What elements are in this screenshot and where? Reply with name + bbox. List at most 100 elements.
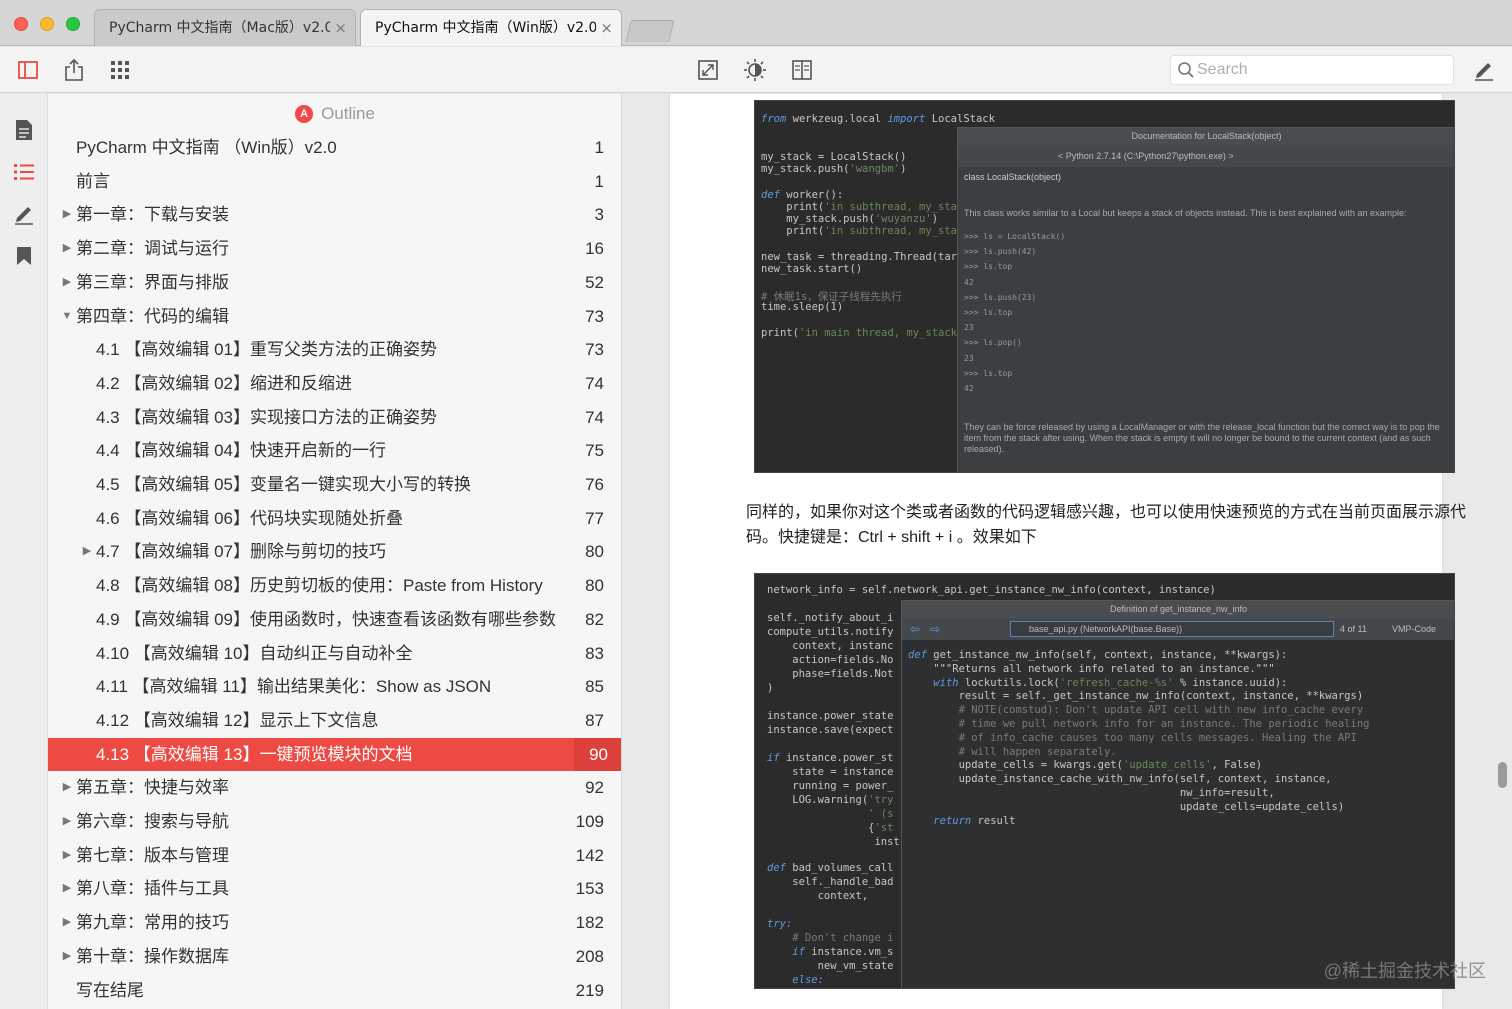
example-line: 23 — [964, 353, 974, 363]
toc-item[interactable]: ▶ 第二章：调试与运行 16 — [48, 232, 621, 265]
code-line: print('in subthread, my_stack — [761, 225, 970, 237]
toc-item-label: 前言 — [76, 171, 110, 191]
toc-item[interactable]: 写在结尾 219 — [48, 974, 621, 1007]
toc-item-page: 142 — [575, 845, 604, 865]
code-line: new_task.start() — [761, 263, 863, 275]
toc-item[interactable]: ▶ 第五章：快捷与效率 92 — [48, 771, 621, 804]
toc-item[interactable]: 4.11 【高效编辑 11】输出结果美化：Show as JSON 85 — [48, 670, 621, 703]
chevron-right-icon[interactable]: ▶ — [60, 771, 74, 804]
example-line: >>> ls = LocalStack() — [964, 232, 1066, 241]
two-page-icon[interactable] — [790, 58, 814, 82]
popup-file-select[interactable]: base_api.py (NetworkAPI(base.Base)) — [1010, 621, 1334, 637]
toc-item[interactable]: 4.5 【高效编辑 05】变量名一键实现大小写的转换 76 — [48, 468, 621, 501]
back-arrow-icon[interactable]: ⇦ — [910, 618, 920, 640]
chevron-right-icon[interactable]: ▶ — [60, 906, 74, 939]
code-line: inst — [767, 836, 900, 848]
brightness-icon[interactable] — [743, 58, 767, 82]
toc-item-page: 87 — [585, 710, 604, 730]
close-icon[interactable]: × — [596, 10, 613, 46]
toc-item[interactable]: 4.4 【高效编辑 04】快速开启新的一行 75 — [48, 434, 621, 467]
code-line: def worker(): — [761, 189, 844, 201]
outline-panel: A Outline PyCharm 中文指南 （Win版）v2.0 1 前言 1 ▶ 第一… — [48, 94, 622, 1009]
toc-item[interactable]: PyCharm 中文指南 （Win版）v2.0 1 — [48, 131, 621, 164]
annotate-pen-icon[interactable] — [1472, 58, 1496, 82]
search-input[interactable] — [1197, 58, 1447, 82]
toc-item[interactable]: ▶ 4.7 【高效编辑 07】删除与剪切的技巧 80 — [48, 535, 621, 568]
zoom-fit-icon[interactable] — [696, 58, 720, 82]
toc-item[interactable]: ▶ 第十章：操作数据库 208 — [48, 940, 621, 973]
close-window-button[interactable] — [14, 17, 28, 31]
chevron-right-icon[interactable]: ▶ — [60, 198, 74, 231]
toc-item[interactable]: 4.1 【高效编辑 01】重写父类方法的正确姿势 73 — [48, 333, 621, 366]
tab-label: PyCharm 中文指南（Mac版）v2.0 — [109, 20, 334, 36]
definition-code-line: update_cells=update_cells) — [908, 800, 1345, 813]
new-tab-button[interactable] — [625, 20, 675, 42]
toc-item[interactable]: 前言 1 — [48, 165, 621, 198]
document-view[interactable]: from werkzeug.local import LocalStack my_… — [622, 94, 1512, 1009]
search-box[interactable] — [1170, 55, 1454, 85]
chevron-right-icon[interactable]: ▶ — [60, 805, 74, 838]
code-line: compute_utils.notify — [767, 626, 894, 638]
toc-item-page: 182 — [575, 913, 604, 933]
toc-item[interactable]: 4.10 【高效编辑 10】自动纠正与自动补全 83 — [48, 637, 621, 670]
toc-item-label: 4.11 【高效编辑 11】输出结果美化：Show as JSON — [96, 677, 492, 697]
toc-item[interactable]: 4.12 【高效编辑 12】显示上下文信息 87 — [48, 704, 621, 737]
zoom-window-button[interactable] — [66, 17, 80, 31]
code-screenshot-definition: network_info = self.network_api.get_inst… — [754, 573, 1455, 989]
toc-item[interactable]: ▶ 第七章：版本与管理 142 — [48, 839, 621, 872]
popup-footer: They can be force released by using a Lo… — [964, 422, 1440, 454]
tab-win-guide[interactable]: PyCharm 中文指南（Win版）v2.0 × — [360, 9, 622, 46]
toc-item[interactable]: 4.13 【高效编辑 13】一键预览模块的文档 90 — [48, 737, 621, 771]
chevron-right-icon[interactable]: ▶ — [80, 535, 94, 568]
share-icon[interactable] — [62, 58, 86, 82]
toc-item-page: 74 — [585, 373, 604, 393]
definition-code-line: with lockutils.lock('refresh_cache-%s' %… — [933, 676, 1288, 689]
toc-item[interactable]: ▶ 第九章：常用的技巧 182 — [48, 906, 621, 939]
tab-mac-guide[interactable]: PyCharm 中文指南（Mac版）v2.0 × — [94, 9, 356, 46]
scrollbar-thumb[interactable] — [1498, 762, 1507, 788]
code-line: action=fields.No — [767, 654, 894, 666]
toc-item[interactable]: ▶ 第一章：下载与安装 3 — [48, 198, 621, 231]
toc-item[interactable]: ▼ 第四章：代码的编辑 73 — [48, 300, 621, 333]
popup-env: < Python 2.7.14 (C:\Python27\python.exe)… — [958, 145, 1454, 167]
chevron-right-icon[interactable]: ▶ — [60, 940, 74, 973]
close-icon[interactable]: × — [330, 10, 347, 46]
definition-code-line: result = self._get_instance_nw_info(cont… — [908, 690, 1364, 703]
definition-code-line: # of info_cache causes too many cells me… — [908, 731, 1357, 744]
code-line: state = instance — [767, 766, 894, 778]
toc-item-label: 第八章：插件与工具 — [76, 879, 229, 899]
grid-view-icon[interactable] — [108, 58, 132, 82]
toc-item-page: 74 — [585, 407, 604, 427]
document-icon[interactable] — [12, 118, 36, 142]
toc-item-page: 80 — [585, 542, 604, 562]
forward-arrow-icon[interactable]: ⇨ — [930, 618, 940, 640]
toc-item[interactable]: ▶ 第三章：界面与排版 52 — [48, 266, 621, 299]
toc-item[interactable]: 4.3 【高效编辑 03】实现接口方法的正确姿势 74 — [48, 401, 621, 434]
toc-item[interactable]: 4.9 【高效编辑 09】使用函数时，快速查看该函数有哪些参数 82 — [48, 603, 621, 636]
toc-item[interactable]: 4.6 【高效编辑 06】代码块实现随处折叠 77 — [48, 502, 621, 535]
chevron-down-icon[interactable]: ▼ — [60, 300, 74, 333]
definition-code-line: # time we pull network info for an insta… — [908, 718, 1370, 730]
definition-code-line: """Returns all network info related to a… — [908, 662, 1275, 675]
popup-description: This class works similar to a Local but … — [964, 208, 1407, 218]
outline-list-icon[interactable] — [12, 160, 36, 184]
chevron-right-icon[interactable]: ▶ — [60, 232, 74, 265]
toc-item[interactable]: ▶ 第六章：搜索与导航 109 — [48, 805, 621, 838]
toc-item-label: 4.2 【高效编辑 02】缩进和反缩进 — [96, 373, 352, 393]
toc-item[interactable]: 4.2 【高效编辑 02】缩进和反缩进 74 — [48, 367, 621, 400]
example-line: 23 — [964, 323, 974, 333]
toc-item[interactable]: ▶ 第八章：插件与工具 153 — [48, 872, 621, 905]
sidebar-toggle-icon[interactable] — [16, 58, 40, 82]
minimize-window-button[interactable] — [40, 17, 54, 31]
code-line: running = power_ — [767, 780, 894, 792]
bookmark-icon[interactable] — [12, 244, 36, 268]
definition-code-line: update_instance_cache_with_nw_info(self,… — [908, 773, 1332, 786]
chevron-right-icon[interactable]: ▶ — [60, 872, 74, 905]
toc-item-label: 第二章：调试与运行 — [76, 239, 229, 259]
toc-item-page: 92 — [585, 778, 604, 798]
chevron-right-icon[interactable]: ▶ — [60, 839, 74, 872]
code-line: context, — [767, 890, 869, 902]
chevron-right-icon[interactable]: ▶ — [60, 266, 74, 299]
annotation-icon[interactable] — [12, 202, 36, 226]
toc-item[interactable]: 4.8 【高效编辑 08】历史剪切板的使用：Paste from History… — [48, 569, 621, 602]
